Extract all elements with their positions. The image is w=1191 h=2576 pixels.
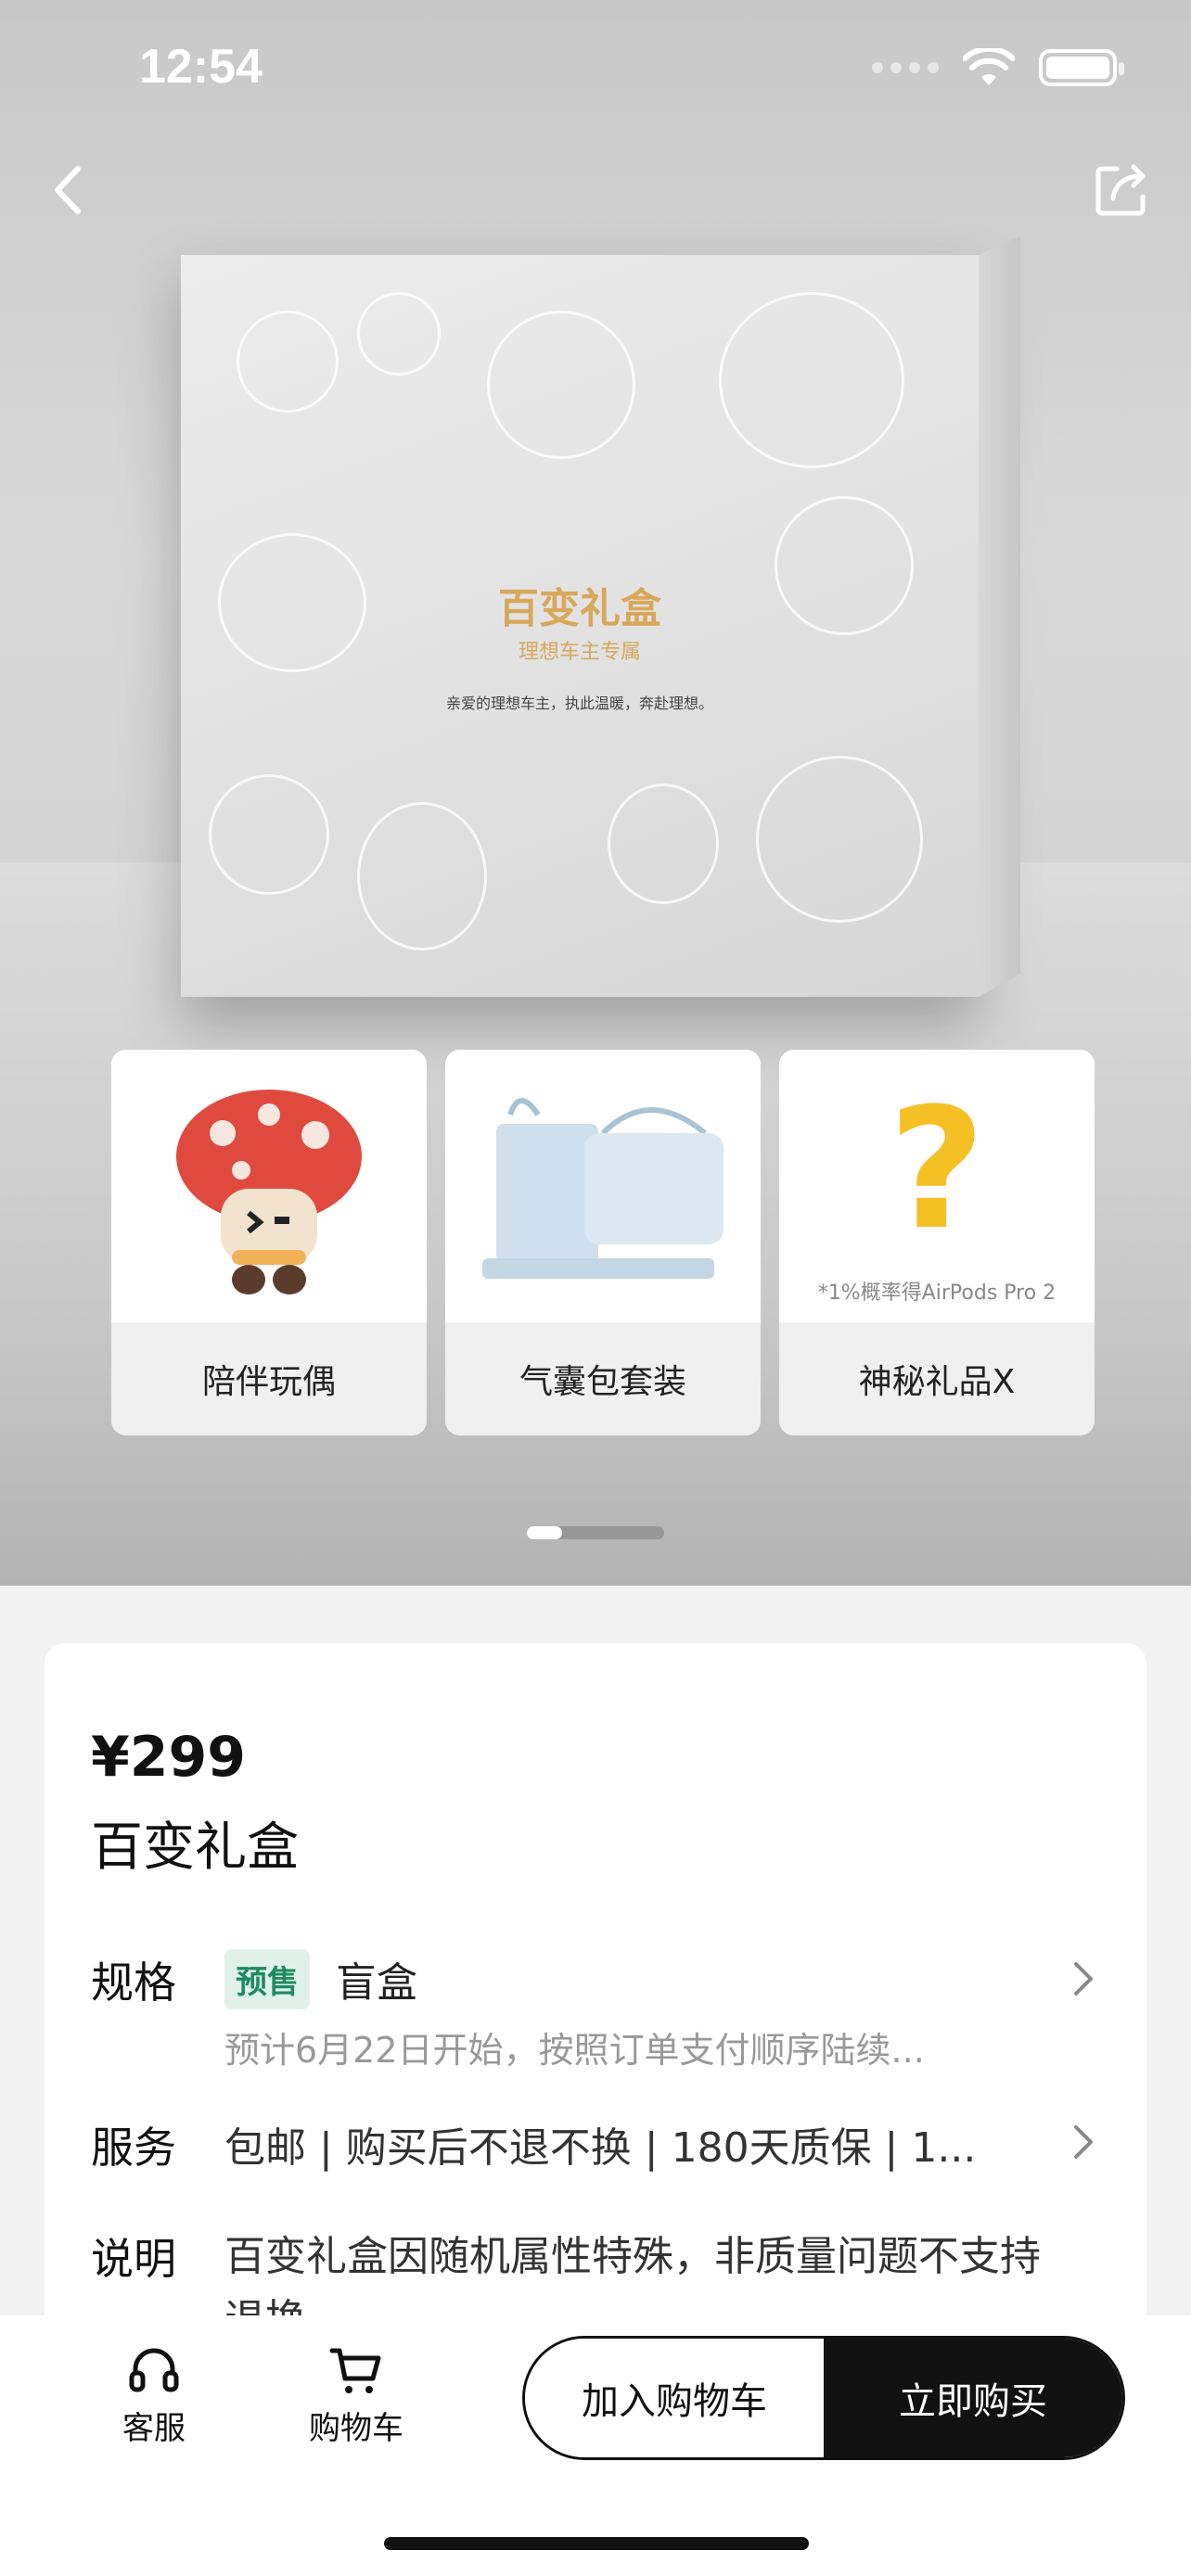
gift-box-image: 百变礼盒 理想车主专属 亲爱的理想车主，执此温暖，奔赴理想。	[181, 236, 1020, 997]
customer-service-button[interactable]: 客服	[98, 2343, 210, 2448]
card-plush-toy[interactable]: 陪伴玩偶	[111, 1050, 427, 1435]
add-to-cart-button[interactable]: 加入购物车	[525, 2339, 824, 2457]
question-mark-icon: ?	[888, 1073, 986, 1267]
card-label: 神秘礼品X	[779, 1322, 1095, 1435]
gift-box-front: 百变礼盒 理想车主专属 亲爱的理想车主，执此温暖，奔赴理想。	[181, 255, 979, 997]
box-title: 百变礼盒	[498, 585, 661, 632]
chevron-left-icon	[55, 166, 81, 214]
gift-box-side	[979, 236, 1020, 997]
card-note: *1%概率得AirPods Pro 2	[817, 1282, 1057, 1305]
mushroom-toy-image	[111, 1050, 427, 1322]
battery-icon	[1039, 49, 1124, 86]
hero-banner: 12:54 百变礼盒 理想车主专属 亲爱的理想车主，执此温暖，奔赴理想。 陪伴玩…	[0, 0, 1191, 1586]
product-name: 百变礼盒	[91, 1817, 299, 1878]
cart-icon	[329, 2348, 381, 2393]
service-label: 客服	[122, 2410, 186, 2447]
service-value[interactable]: 包邮 | 购买后不退不换 | 180天质保 | 1...	[224, 2114, 1059, 2174]
wifi-icon	[963, 48, 1015, 85]
chevron-right-icon[interactable]	[1065, 1960, 1102, 1997]
bag-set-image	[445, 1050, 761, 1322]
buy-now-button[interactable]: 立即购买	[824, 2339, 1122, 2457]
chevron-right-icon[interactable]	[1065, 2123, 1102, 2161]
spec-value[interactable]: 盲盒	[336, 1949, 417, 2009]
share-icon	[1095, 164, 1146, 216]
service-label: 服务	[91, 2123, 176, 2173]
presale-badge: 预售	[224, 1949, 310, 2009]
card-mystery-gift[interactable]: ? *1%概率得AirPods Pro 2 神秘礼品X	[779, 1050, 1095, 1435]
status-time: 12:54	[139, 40, 263, 94]
product-price: ¥299	[91, 1725, 246, 1790]
headset-icon	[129, 2348, 179, 2392]
cart-button[interactable]: 购物车	[301, 2343, 412, 2448]
gift-contents: 陪伴玩偶 气囊包套装 ? *1%概率得AirPods Pro 2 神秘礼品X	[111, 1050, 1095, 1435]
back-button[interactable]	[37, 158, 102, 223]
spec-description: 预计6月22日开始，按照订单支付顺序陆续...	[224, 2030, 925, 2071]
spec-label: 规格	[91, 1958, 176, 2008]
status-icons	[872, 48, 1124, 87]
carousel-indicator	[527, 1526, 664, 1539]
card-label: 陪伴玩偶	[111, 1322, 427, 1435]
mystery-question-image: ? *1%概率得AirPods Pro 2	[779, 1050, 1095, 1322]
note-label: 说明	[91, 2234, 176, 2284]
card-label: 气囊包套装	[445, 1322, 761, 1435]
box-tagline: 亲爱的理想车主，执此温暖，奔赴理想。	[445, 695, 713, 712]
box-subtitle: 理想车主专属	[518, 641, 641, 664]
card-airbag-bag-set[interactable]: 气囊包套装	[445, 1050, 761, 1435]
home-indicator[interactable]	[384, 2537, 809, 2550]
signal-icon	[872, 62, 939, 73]
share-button[interactable]	[1089, 158, 1154, 223]
purchase-buttons: 加入购物车 立即购买	[522, 2336, 1125, 2460]
cart-label: 购物车	[309, 2410, 403, 2447]
